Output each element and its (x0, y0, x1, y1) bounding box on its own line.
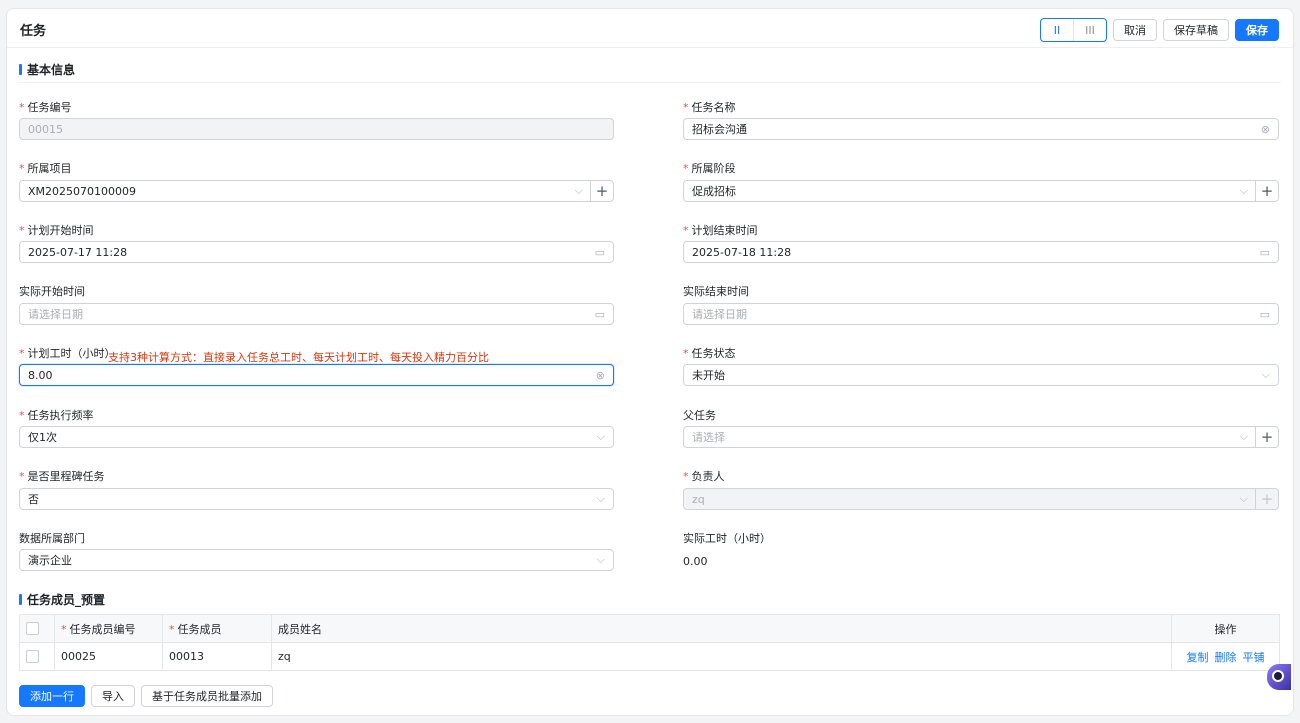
column-header: * 任务成员编号 (54, 614, 163, 643)
cancel-button[interactable]: 取消 (1113, 19, 1157, 41)
section-marker (19, 64, 22, 75)
row-checkbox[interactable] (26, 650, 39, 664)
table-header-row: * 任务成员编号 * 任务成员 成员姓名 操作 (19, 614, 1280, 643)
add-owner-button: + (1255, 489, 1278, 509)
calendar-icon[interactable]: ▭ (1260, 242, 1270, 262)
plan-hours-label: * 计划工时（小时） (19, 347, 116, 360)
task-name-label: * 任务名称 (683, 101, 736, 114)
task-no-field: 00015 (19, 118, 614, 140)
layout-switch: II III (1040, 18, 1107, 42)
add-stage-button[interactable]: + (1255, 181, 1278, 201)
project-select[interactable]: XM2025070100009 ⌵ + (19, 180, 614, 202)
chevron-down-icon: ⌵ (596, 492, 605, 505)
owner-label: * 负责人 (683, 470, 725, 483)
chevron-down-icon: ⌵ (596, 430, 605, 443)
section-members: 任务成员_预置 (19, 591, 105, 608)
clear-icon[interactable]: ⊗ (596, 365, 605, 385)
chevron-down-icon: ⌵ (1239, 492, 1248, 505)
chevron-down-icon: ⌵ (574, 184, 583, 197)
add-row-button[interactable]: 添加一行 (19, 685, 85, 707)
plan-start-field[interactable]: 2025-07-17 11:28 ▭ (19, 241, 614, 263)
dept-select[interactable]: 演示企业 ⌵ (19, 549, 614, 571)
section-title: 基本信息 (27, 63, 76, 77)
frequency-select[interactable]: 仅1次 ⌵ (19, 426, 614, 448)
plan-end-label: * 计划结束时间 (683, 224, 758, 237)
members-actions: 添加一行 导入 基于任务成员批量添加 (19, 685, 273, 707)
actual-start-label: 实际开始时间 (19, 285, 85, 298)
plan-hours-field[interactable]: 8.00 ⊗ (19, 364, 614, 386)
members-table: * 任务成员编号 * 任务成员 成员姓名 操作 00025 00013 zq 复制删… (19, 614, 1280, 671)
actual-hours-value: 0.00 (683, 555, 708, 568)
chevron-down-icon: ⌵ (1239, 184, 1248, 197)
column-header: 成员姓名 (271, 614, 1172, 643)
two-column-view-button[interactable]: II (1041, 19, 1073, 41)
parent-task-select[interactable]: 请选择 ⌵ + (683, 426, 1279, 448)
milestone-select[interactable]: 否 ⌵ (19, 488, 614, 510)
actual-hours-label: 实际工时（小时） (683, 532, 771, 545)
chevron-down-icon: ⌵ (1239, 430, 1248, 443)
status-select[interactable]: 未开始 ⌵ (683, 364, 1279, 386)
select-all-cell (19, 614, 55, 643)
tile-row-link[interactable]: 平铺 (1243, 651, 1265, 664)
save-draft-button[interactable]: 保存草稿 (1163, 19, 1229, 41)
parent-task-label: 父任务 (683, 409, 716, 422)
row-select-cell (19, 642, 55, 671)
assistant-icon[interactable] (1267, 664, 1291, 690)
frequency-label: * 任务执行频率 (19, 409, 94, 422)
actual-end-field[interactable]: 请选择日期 ▭ (683, 303, 1279, 325)
add-parent-task-button[interactable]: + (1255, 427, 1278, 447)
actual-end-label: 实际结束时间 (683, 285, 749, 298)
actual-start-field[interactable]: 请选择日期 ▭ (19, 303, 614, 325)
chevron-down-icon: ⌵ (596, 553, 605, 566)
import-button[interactable]: 导入 (91, 685, 135, 707)
delete-row-link[interactable]: 删除 (1215, 651, 1237, 664)
form-header: 任务 II III 取消 保存草稿 保存 (7, 9, 1293, 48)
column-header: 操作 (1171, 614, 1280, 643)
section-marker (19, 594, 22, 605)
stage-select[interactable]: 促成招标 ⌵ + (683, 180, 1279, 202)
column-header: * 任务成员 (162, 614, 272, 643)
task-name-field[interactable]: 招标会沟通 ⊗ (683, 118, 1279, 140)
copy-row-link[interactable]: 复制 (1187, 651, 1209, 664)
page-title: 任务 (20, 24, 47, 39)
toolbar: II III 取消 保存草稿 保存 (1040, 18, 1279, 42)
task-no-label: * 任务编号 (19, 101, 72, 114)
add-project-button[interactable]: + (590, 181, 613, 201)
calendar-icon[interactable]: ▭ (1260, 304, 1270, 324)
plan-end-field[interactable]: 2025-07-18 11:28 ▭ (683, 241, 1279, 263)
assistant-eye (1272, 670, 1284, 682)
member-cell[interactable]: 00013 (162, 642, 272, 671)
plan-hours-hint: 支持3种计算方式：直接录入任务总工时、每天计划工时、每天投入精力百分比 (108, 351, 489, 364)
calendar-icon[interactable]: ▭ (595, 304, 605, 324)
task-form-card: 任务 II III 取消 保存草稿 保存 基本信息 * 任务编号 00015 * 任… (6, 8, 1294, 716)
stage-label: * 所属阶段 (683, 162, 736, 175)
chevron-down-icon: ⌵ (1261, 368, 1270, 381)
dept-label: 数据所属部门 (19, 532, 85, 545)
save-button[interactable]: 保存 (1235, 19, 1279, 41)
actions-cell: 复制 删除 平铺 (1171, 642, 1280, 671)
section-title: 任务成员_预置 (27, 593, 106, 607)
plan-start-label: * 计划开始时间 (19, 224, 94, 237)
section-divider (19, 82, 1281, 83)
calendar-icon[interactable]: ▭ (595, 242, 605, 262)
project-label: * 所属项目 (19, 162, 72, 175)
member-no-cell[interactable]: 00025 (54, 642, 163, 671)
owner-select: zq ⌵ + (683, 488, 1279, 510)
table-row: 00025 00013 zq 复制 删除 平铺 (19, 642, 1280, 671)
batch-add-button[interactable]: 基于任务成员批量添加 (141, 685, 273, 707)
section-basic-info: 基本信息 (19, 61, 75, 78)
select-all-checkbox[interactable] (26, 622, 39, 636)
status-label: * 任务状态 (683, 347, 736, 360)
member-name-cell: zq (271, 642, 1172, 671)
three-column-view-button[interactable]: III (1073, 19, 1106, 41)
milestone-label: * 是否里程碑任务 (19, 470, 105, 483)
clear-icon[interactable]: ⊗ (1261, 119, 1270, 139)
